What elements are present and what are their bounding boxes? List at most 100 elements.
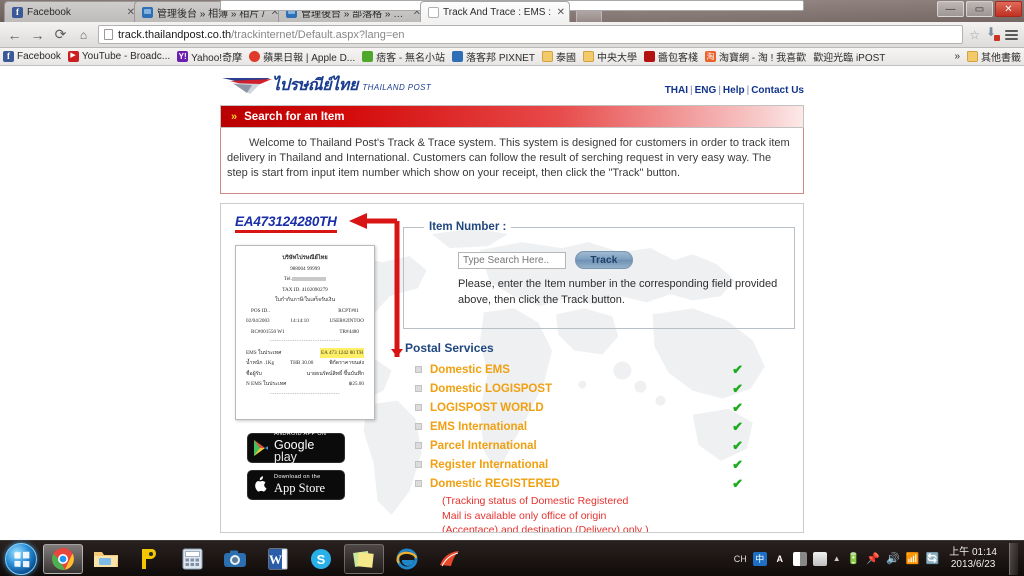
- url-path: /trackinternet/Default.aspx?lang=en: [231, 28, 405, 41]
- list-item[interactable]: Parcel International ✔: [415, 436, 795, 455]
- page-content: ไปรษณีย์ไทย THAILAND POST THAI | ENG | Help |…: [220, 66, 804, 533]
- bookmark-item[interactable]: 中央大學: [582, 49, 637, 64]
- list-item[interactable]: Domestic EMS ✔: [415, 360, 795, 379]
- window-controls: — ▭ ✕: [937, 1, 1022, 17]
- close-window-button[interactable]: ✕: [995, 1, 1022, 17]
- link-help[interactable]: Help: [723, 85, 745, 96]
- list-item[interactable]: EMS International ✔: [415, 417, 795, 436]
- track-button[interactable]: Track: [575, 251, 633, 269]
- logo-english-text: THAILAND POST: [362, 83, 432, 92]
- file-explorer-taskbar-icon[interactable]: [86, 544, 126, 574]
- receipt-column: EA473124280TH บริษัทไปรษณีย์ไทย 988004 9…: [235, 213, 403, 532]
- maximize-button[interactable]: ▭: [966, 1, 993, 17]
- back-icon[interactable]: ←: [6, 27, 23, 43]
- bookmark-item[interactable]: 淘 淘寶網 - 淘 ! 我喜歡: [704, 49, 807, 64]
- search-for-an-item-header: » Search for an Item: [220, 105, 804, 128]
- check-icon: ✔: [732, 399, 743, 415]
- url-domain: track.thailandpost.co.th: [118, 28, 232, 41]
- start-button[interactable]: [5, 542, 37, 575]
- volume-icon[interactable]: 🔊: [886, 552, 900, 565]
- link-contact-us[interactable]: Contact Us: [751, 85, 804, 96]
- ime-letter-icon[interactable]: A: [773, 552, 787, 566]
- clock-date: 2013/6/23: [950, 558, 996, 570]
- bookmark-item[interactable]: Y! Yahoo!奇摩: [177, 49, 242, 64]
- red-icon: [643, 51, 655, 62]
- bookmark-label: 醬包客棧: [657, 53, 698, 64]
- bookmark-label: 泰國: [555, 53, 576, 64]
- bookmark-item[interactable]: YouTube - Broadc...: [67, 51, 170, 62]
- pin-icon[interactable]: 📌: [866, 552, 880, 565]
- close-icon[interactable]: ✕: [557, 7, 565, 18]
- bookmark-item[interactable]: 落客邦 PIXNET: [452, 49, 535, 64]
- chrome-menu-icon[interactable]: [1005, 29, 1018, 40]
- link-eng[interactable]: ENG: [695, 85, 717, 96]
- reload-icon[interactable]: ⟳: [52, 26, 69, 43]
- list-item[interactable]: Domestic LOGISPOST ✔: [415, 379, 795, 398]
- search-input[interactable]: [458, 251, 566, 269]
- page-info-icon: [104, 29, 113, 40]
- other-bookmarks-item[interactable]: 其他書籤: [967, 49, 1021, 64]
- calculator-taskbar-icon[interactable]: [172, 544, 212, 574]
- skype-taskbar-icon[interactable]: S: [301, 544, 341, 574]
- browser-tab[interactable]: f Facebook ✕: [4, 1, 140, 22]
- address-bar[interactable]: track.thailandpost.co.th /trackinternet/…: [98, 25, 964, 44]
- forward-icon[interactable]: →: [29, 27, 46, 43]
- bullet-icon: [415, 461, 422, 468]
- receipt-total-row: N EMS ในประเทศ ฿25.00: [242, 379, 368, 390]
- pixnet-taskbar-icon[interactable]: [129, 544, 169, 574]
- minimize-button[interactable]: —: [937, 1, 964, 17]
- bullet-icon: [415, 480, 422, 487]
- tray-overflow-chevron-icon[interactable]: ▲: [833, 554, 841, 563]
- list-item[interactable]: Register International ✔: [415, 455, 795, 474]
- internet-explorer-taskbar-icon[interactable]: [387, 544, 427, 574]
- bookmark-item[interactable]: 痞客 - 無名小站: [362, 49, 445, 64]
- bookmark-label: 淘寶網 - 淘 ! 我喜歡: [718, 53, 807, 64]
- ime-chinese-icon[interactable]: 中: [752, 551, 767, 566]
- bookmark-item[interactable]: 蘋果日報 | Apple D...: [249, 49, 355, 64]
- receipt-item-label: EMS ในประเทศ: [246, 349, 282, 356]
- pixnet-icon: [452, 51, 464, 62]
- search-column: Item Number : Track Please, enter the It…: [395, 213, 795, 532]
- blog-icon: [142, 6, 153, 18]
- chrome-taskbar-icon[interactable]: [43, 543, 83, 574]
- receipt-recipient-value: นายธนรัตน์สิทธิ์ ขึ้นบันทึก: [306, 370, 364, 377]
- ime-halfwidth-icon[interactable]: [792, 551, 807, 566]
- battery-icon[interactable]: 🔋: [847, 552, 861, 565]
- service-label: EMS International: [430, 420, 528, 433]
- google-play-badge[interactable]: ANDROID APP ON Google play: [247, 432, 345, 465]
- clock[interactable]: 上午 01:14 2013/6/23: [945, 547, 997, 571]
- ime-mode-label[interactable]: CH: [734, 554, 747, 564]
- bullet-icon: [415, 385, 422, 392]
- sticky-notes-taskbar-icon[interactable]: [344, 543, 384, 574]
- foxit-taskbar-icon[interactable]: [430, 544, 470, 574]
- show-desktop-button[interactable]: [1009, 542, 1018, 575]
- update-icon[interactable]: 🔄: [925, 552, 939, 565]
- link-thai[interactable]: THAI: [665, 85, 688, 96]
- thailand-post-logo[interactable]: ไปรษณีย์ไทย THAILAND POST: [220, 72, 431, 100]
- apple-icon: [253, 475, 269, 495]
- bookmark-item[interactable]: 泰國: [541, 49, 576, 64]
- bookmark-item[interactable]: f Facebook: [3, 51, 61, 62]
- list-item[interactable]: Domestic REGISTERED ✔: [415, 474, 795, 493]
- bullet-icon: [415, 366, 422, 373]
- google-play-icon: [253, 439, 269, 457]
- bookmark-item[interactable]: 醬包客棧: [643, 49, 698, 64]
- bookmark-item[interactable]: 歡迎光臨 iPOST: [220, 0, 885, 64]
- list-item[interactable]: LOGISPOST WORLD ✔: [415, 398, 795, 417]
- search-row: Track: [458, 251, 784, 269]
- note-line-1: (Tracking status of Domestic Registered: [442, 495, 629, 507]
- app-store-badge[interactable]: Download on the App Store: [247, 470, 345, 500]
- ime-tools-icon[interactable]: [812, 551, 827, 566]
- bookmark-label: Yahoo!奇摩: [191, 53, 243, 64]
- download-icon[interactable]: [986, 25, 1000, 41]
- word-taskbar-icon[interactable]: W: [258, 544, 298, 574]
- network-icon[interactable]: 📶: [906, 552, 920, 565]
- camera-taskbar-icon[interactable]: [215, 544, 255, 574]
- bookmarks-overflow-chevron-icon[interactable]: »: [954, 51, 960, 62]
- home-icon[interactable]: ⌂: [75, 28, 92, 42]
- bookmark-star-icon[interactable]: ☆: [969, 28, 980, 42]
- google-play-badge-main-light: play: [274, 450, 297, 465]
- browser-tab-active[interactable]: Track And Trace : EMS : ✕: [420, 1, 570, 22]
- service-label: Register International: [430, 458, 549, 471]
- clock-time: 上午 01:14: [949, 546, 997, 558]
